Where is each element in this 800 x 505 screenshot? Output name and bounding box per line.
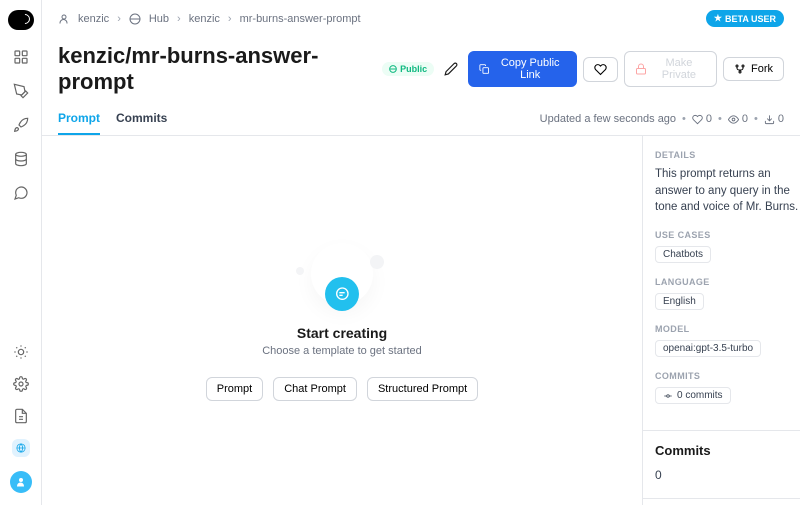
- copy-icon: [479, 63, 489, 75]
- empty-heading: Start creating: [297, 325, 387, 341]
- app-logo[interactable]: [8, 10, 34, 30]
- tab-commits[interactable]: Commits: [116, 103, 167, 135]
- lock-icon: [635, 63, 647, 75]
- commits-heading: COMMITS: [655, 371, 800, 381]
- like-button[interactable]: [583, 57, 618, 82]
- empty-sub: Choose a template to get started: [262, 345, 422, 357]
- model-heading: MODEL: [655, 324, 800, 334]
- eye-icon: [728, 114, 739, 125]
- empty-state: Start creating Choose a template to get …: [42, 136, 642, 505]
- user-avatar[interactable]: [10, 471, 32, 493]
- public-badge: Public: [382, 62, 434, 76]
- nav-annotation-icon[interactable]: [12, 184, 30, 202]
- details-heading: DETAILS: [655, 150, 800, 160]
- nav-database-icon[interactable]: [12, 150, 30, 168]
- fork-icon: [734, 63, 746, 75]
- edit-button[interactable]: [444, 62, 458, 76]
- download-icon: [764, 114, 775, 125]
- details-panel: DETAILS This prompt returns an answer to…: [642, 136, 800, 505]
- model-tag[interactable]: openai:gpt-3.5-turbo: [655, 340, 761, 357]
- make-private-button: Make Private: [624, 51, 717, 87]
- nav-light-mode-icon[interactable]: [12, 343, 30, 361]
- template-prompt-button[interactable]: Prompt: [206, 377, 263, 401]
- page-title: kenzic/mr-burns-answer-prompt: [58, 43, 372, 95]
- commit-icon: [663, 391, 673, 401]
- globe-icon: [129, 13, 141, 25]
- template-chat-button[interactable]: Chat Prompt: [273, 377, 357, 401]
- template-structured-button[interactable]: Structured Prompt: [367, 377, 478, 401]
- breadcrumb-owner[interactable]: kenzic: [189, 13, 220, 25]
- user-icon: [58, 13, 70, 25]
- likes-stat: 0: [692, 113, 712, 125]
- globe-icon: [389, 65, 397, 73]
- left-sidebar: [0, 0, 42, 505]
- commits-count: 0: [655, 468, 800, 482]
- usecase-tag[interactable]: Chatbots: [655, 246, 711, 263]
- breadcrumb-name: mr-burns-answer-prompt: [240, 13, 361, 25]
- star-icon: ★: [714, 13, 722, 24]
- nav-pen-icon[interactable]: [12, 82, 30, 100]
- breadcrumb: kenzic › Hub › kenzic › mr-burns-answer-…: [58, 13, 361, 25]
- beta-badge[interactable]: ★ BETA USER: [706, 10, 784, 27]
- downloads-stat: 0: [764, 113, 784, 125]
- nav-dashboard-icon[interactable]: [12, 48, 30, 66]
- tab-prompt[interactable]: Prompt: [58, 103, 100, 135]
- language-tag[interactable]: English: [655, 293, 704, 310]
- details-description: This prompt returns an answer to any que…: [655, 166, 800, 216]
- breadcrumb-hub[interactable]: Hub: [149, 13, 169, 25]
- fork-button[interactable]: Fork: [723, 57, 784, 81]
- nav-docs-icon[interactable]: [12, 407, 30, 425]
- language-heading: LANGUAGE: [655, 277, 800, 287]
- nav-rocket-icon[interactable]: [12, 116, 30, 134]
- updated-text: Updated a few seconds ago: [540, 113, 676, 125]
- chat-icon: [325, 277, 359, 311]
- views-stat: 0: [728, 113, 748, 125]
- heart-icon: [594, 63, 607, 76]
- heart-icon: [692, 114, 703, 125]
- commits-section-title: Commits: [655, 443, 800, 458]
- usecases-heading: USE CASES: [655, 230, 800, 240]
- nav-settings-icon[interactable]: [12, 375, 30, 393]
- breadcrumb-user[interactable]: kenzic: [78, 13, 109, 25]
- copy-link-button[interactable]: Copy Public Link: [468, 51, 577, 87]
- commits-tag[interactable]: 0 commits: [655, 387, 731, 404]
- nav-hub-icon[interactable]: [12, 439, 30, 457]
